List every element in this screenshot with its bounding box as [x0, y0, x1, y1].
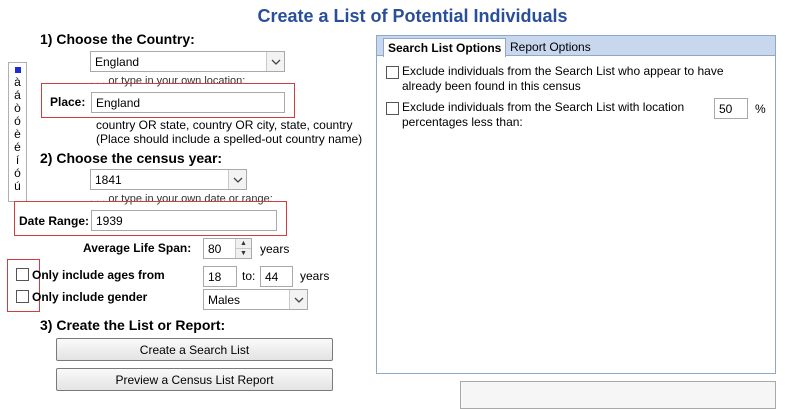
- percent-unit: %: [755, 102, 766, 116]
- ages-to-label: to:: [242, 269, 256, 283]
- ages-label: Only include ages from: [32, 268, 165, 282]
- exclude-found-label: Exclude individuals from the Search List…: [402, 64, 724, 93]
- percent-input[interactable]: 50: [714, 98, 748, 119]
- ages-to-input[interactable]: 44: [260, 266, 293, 287]
- char-bar-handle-icon[interactable]: [14, 67, 21, 73]
- page-title: Create a List of Potential Individuals: [257, 6, 568, 26]
- ages-checkbox[interactable]: [16, 268, 29, 281]
- tab-report-options[interactable]: Report Options: [506, 38, 595, 56]
- life-span-unit: years: [260, 242, 290, 256]
- date-range-label: Date Range:: [19, 214, 90, 228]
- step1-heading: 1) Choose the Country:: [40, 31, 195, 47]
- ages-unit: years: [300, 269, 330, 283]
- spin-up-icon[interactable]: ▲: [236, 239, 251, 249]
- place-format-line1: country OR state, country OR city, state…: [96, 118, 353, 132]
- char-u-acute[interactable]: ú: [14, 180, 21, 193]
- year-select[interactable]: 1841: [90, 169, 247, 190]
- chevron-down-icon[interactable]: [266, 52, 284, 71]
- options-panel: Search List Options Report Options Exclu…: [376, 35, 776, 374]
- preview-report-button[interactable]: Preview a Census List Report: [56, 368, 333, 391]
- gender-select-value: Males: [208, 292, 241, 307]
- gender-label: Only include gender: [32, 290, 148, 304]
- country-select-value: England: [95, 54, 140, 69]
- place-format-help: country OR state, country OR city, state…: [96, 118, 362, 146]
- gender-checkbox[interactable]: [16, 290, 29, 303]
- date-range-input[interactable]: 1939: [91, 210, 277, 231]
- life-span-label: Average Life Span:: [83, 241, 192, 255]
- exclude-found-checkbox[interactable]: [386, 66, 399, 79]
- country-select[interactable]: England: [90, 51, 285, 72]
- tab-search-list-options[interactable]: Search List Options: [383, 38, 507, 57]
- spin-down-icon[interactable]: ▼: [236, 249, 251, 258]
- step3-heading: 3) Create the List or Report:: [40, 317, 226, 333]
- special-char-bar: à á ò ó è é í ó ú: [8, 62, 27, 202]
- place-format-line2: (Place should include a spelled-out coun…: [96, 132, 363, 146]
- bottom-field: [460, 381, 776, 409]
- create-search-list-button[interactable]: Create a Search List: [56, 338, 333, 361]
- life-span-spinner[interactable]: 80 ▲ ▼: [203, 238, 252, 259]
- exclude-percent-checkbox[interactable]: [386, 102, 399, 115]
- place-label: Place:: [50, 95, 86, 109]
- exclude-percent-label: Exclude individuals from the Search List…: [402, 100, 685, 129]
- life-span-value[interactable]: 80: [204, 239, 235, 258]
- place-input[interactable]: England: [91, 92, 285, 113]
- chevron-down-icon[interactable]: [228, 170, 246, 189]
- step2-heading: 2) Choose the census year:: [40, 150, 223, 166]
- year-select-value: 1841: [95, 172, 122, 187]
- options-tabstrip: Search List Options Report Options: [377, 36, 775, 57]
- checkbox-highlight: [7, 259, 40, 312]
- gender-select[interactable]: Males: [203, 289, 308, 310]
- chevron-down-icon[interactable]: [289, 290, 307, 309]
- ages-from-input[interactable]: 18: [203, 266, 237, 287]
